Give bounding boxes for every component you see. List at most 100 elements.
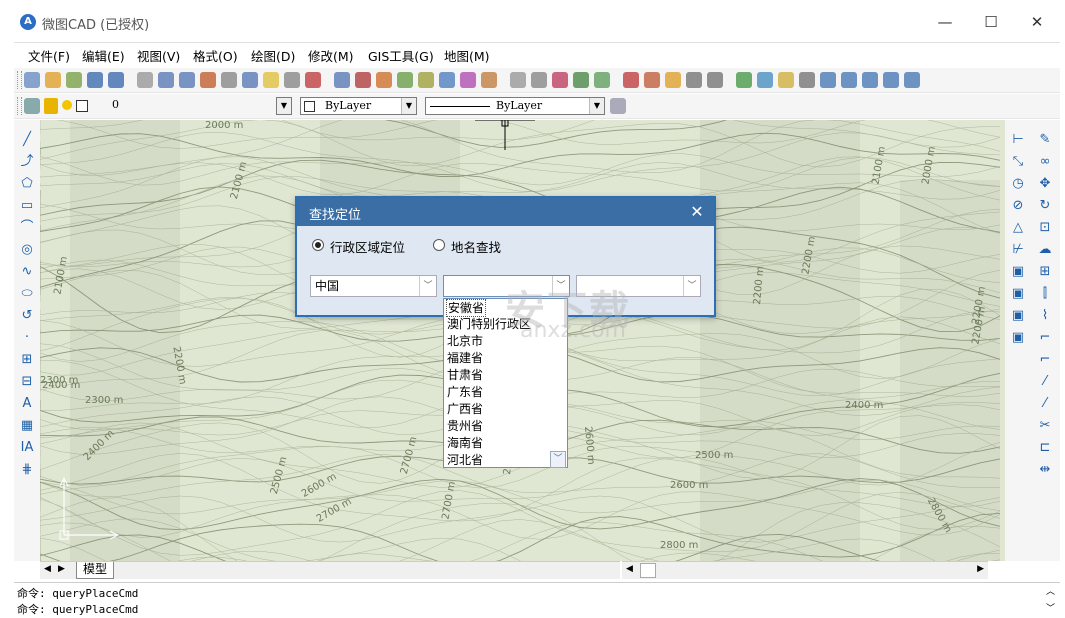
menu-edit[interactable]: 编辑(E) [82,46,125,65]
mirror-icon[interactable]: ⫿ [1037,286,1053,302]
toolbar-grip[interactable] [17,97,22,115]
revision-cloud-icon[interactable]: ↺ [19,308,35,324]
province-option[interactable]: 北京市 [447,333,483,349]
table-icon[interactable]: ⋕ [19,462,35,478]
tab-model[interactable]: 模型 [76,562,115,579]
layer-select[interactable]: 0 [42,97,292,115]
edit-icon[interactable] [778,72,794,88]
print-icon[interactable] [552,72,568,88]
pan-icon[interactable] [305,72,321,88]
break-icon[interactable]: ⁄ [1037,374,1053,390]
find-icon[interactable] [334,72,350,88]
dim-diameter-icon[interactable]: ⊘ [1010,198,1026,214]
menu-view[interactable]: 视图(V) [137,46,180,65]
zoom-window-icon[interactable] [137,72,153,88]
scroll-left-icon[interactable]: ◀ [626,564,633,574]
scroll-thumb[interactable] [640,563,656,578]
pdf-icon[interactable] [623,72,639,88]
open-file-icon[interactable] [45,72,61,88]
match-properties-icon[interactable] [610,98,626,114]
settings-icon[interactable] [757,72,773,88]
save-icon[interactable] [87,72,103,88]
book-icon[interactable] [665,72,681,88]
explode-icon[interactable]: ⊏ [1037,440,1053,456]
circle-icon[interactable]: ◎ [19,242,35,258]
stretch-icon[interactable]: ☁ [1037,242,1053,258]
province-option[interactable]: 贵州省 [447,418,483,434]
scale-icon[interactable]: ⊡ [1037,220,1053,236]
properties-icon[interactable] [799,72,815,88]
list-scroll-down-button[interactable]: ﹀ [550,451,566,468]
cloud-icon[interactable] [707,72,723,88]
fillet-icon[interactable]: ⌐ [1037,330,1053,346]
table-icon[interactable] [862,72,878,88]
dim-angle-icon[interactable]: △ [1010,220,1026,236]
zoom-extents-icon[interactable] [200,72,216,88]
dim-baseline-icon[interactable]: ⊬ [1010,242,1026,258]
menu-modify[interactable]: 修改(M) [308,46,354,65]
horizontal-scrollbar[interactable]: ◀ ▶ [622,561,988,579]
move-icon[interactable] [355,72,371,88]
line-icon[interactable]: ╱ [19,132,35,148]
tab-scroll-right-icon[interactable]: ▶ [58,564,65,574]
province-option[interactable]: 甘肃省 [447,367,483,383]
zoom-realtime-icon[interactable] [242,72,258,88]
chain-icon[interactable]: ∞ [1037,154,1053,170]
dim-linear-icon[interactable]: ⊢ [1010,132,1026,148]
brush-icon[interactable] [481,72,497,88]
menu-draw[interactable]: 绘图(D) [251,46,295,65]
tab-scroll-left-icon[interactable]: ◀ [44,564,51,574]
menu-format[interactable]: 格式(O) [193,46,238,65]
linetype-select[interactable]: ByLayer ▼ [425,97,605,115]
export-icon[interactable] [644,72,660,88]
light-icon[interactable] [263,72,279,88]
dim-radius-icon[interactable]: ◷ [1010,176,1026,192]
ellipse-icon[interactable]: ⬭ [19,286,35,302]
zoom-in-icon[interactable] [158,72,174,88]
polyline-icon[interactable]: ⤴ [19,154,35,170]
move-icon[interactable]: ✥ [1037,176,1053,192]
undo-icon[interactable] [510,72,526,88]
trim-icon[interactable]: ✂ [1037,418,1053,434]
join-icon[interactable]: ⁄ [1037,396,1053,412]
zoom-out-icon[interactable] [179,72,195,88]
open-map-icon[interactable] [66,72,82,88]
scroll-right-icon[interactable]: ▶ [977,564,984,574]
province-option[interactable]: 河北省 [447,452,483,468]
radio-admin-label[interactable]: 行政区域定位 [330,237,405,256]
array-icon[interactable]: ⊞ [1037,264,1053,280]
rotate-icon[interactable]: ↻ [1037,198,1053,214]
globe2-icon[interactable] [594,72,610,88]
province-option[interactable]: 广东省 [447,384,483,400]
erase-icon[interactable]: ✎ [1037,132,1053,148]
globe-icon[interactable] [573,72,589,88]
dialog-title-bar[interactable]: 查找定位 ✕ [297,198,714,226]
menu-map[interactable]: 地图(M) [444,46,490,65]
image-icon[interactable] [439,72,455,88]
command-window[interactable]: 命令: queryPlaceCmd 命令: queryPlaceCmd ︿ ﹀ [14,582,1060,618]
offset-icon[interactable]: ⌇ [1037,308,1053,324]
province-option[interactable]: 安徽省 [446,299,487,317]
layer-manager-icon[interactable] [24,98,40,114]
new-file-icon[interactable] [24,72,40,88]
make-block-icon[interactable]: ⊟ [19,374,35,390]
province-option[interactable]: 海南省 [447,435,483,451]
measure-icon[interactable] [284,72,300,88]
polygon-icon[interactable]: ⬠ [19,176,35,192]
dim-aligned-icon[interactable]: ⤡ [1010,154,1026,170]
cmd-scroll-up-icon[interactable]: ︿ [1046,584,1055,597]
pencil-icon[interactable] [376,72,392,88]
layer-dropdown-arrow[interactable]: ▼ [276,97,292,115]
grid-icon[interactable] [904,72,920,88]
redo-icon[interactable] [531,72,547,88]
copy-icon[interactable]: ▣ [1010,264,1026,280]
text-icon[interactable]: A [19,396,35,412]
radio-admin-locate[interactable] [312,239,324,251]
maximize-button[interactable]: ☐ [968,8,1014,36]
toolbar-grip[interactable] [17,71,22,89]
province-option[interactable]: 广西省 [447,401,483,417]
circle-green-icon[interactable] [736,72,752,88]
close-window-button[interactable]: ✕ [1014,8,1060,36]
ucs-icon[interactable] [221,72,237,88]
extend-icon[interactable]: ⇹ [1037,462,1053,478]
